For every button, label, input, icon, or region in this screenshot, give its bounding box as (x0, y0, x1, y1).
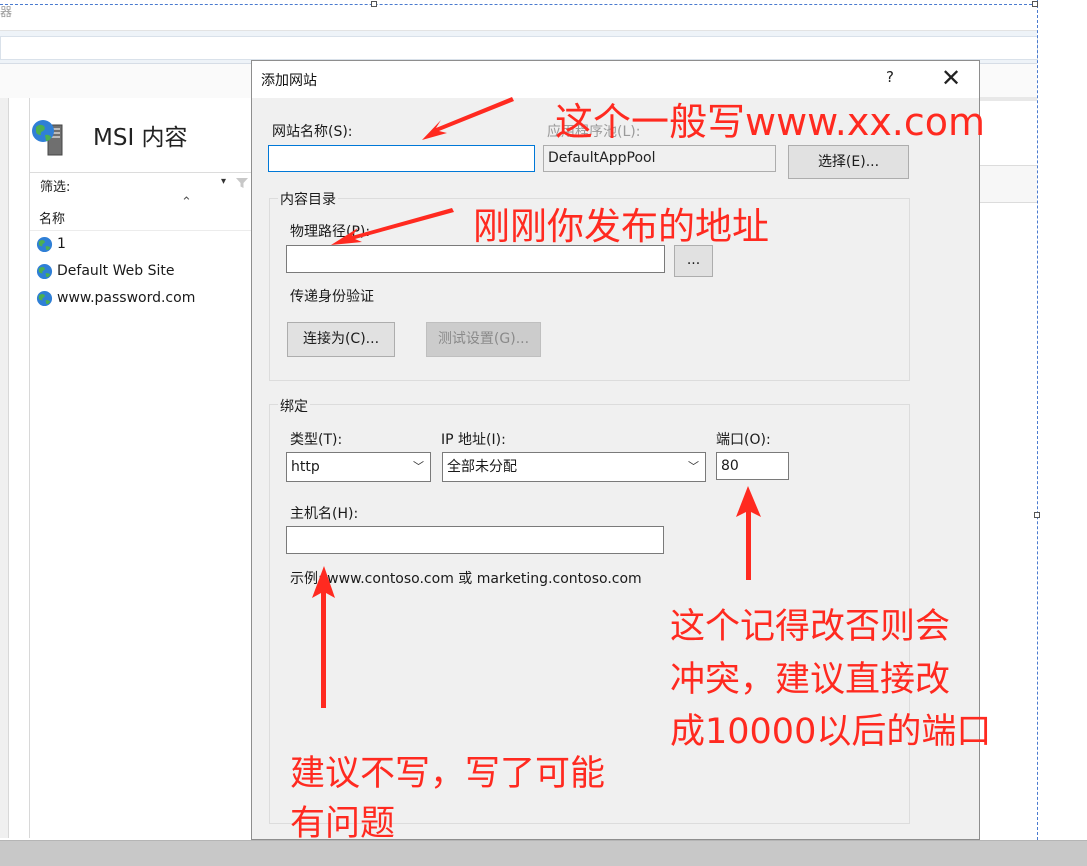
column-header-name[interactable]: 名称 (39, 208, 65, 227)
browse-button[interactable]: ... (674, 245, 713, 277)
filter-dropdown-icon[interactable]: ▾ (221, 176, 226, 187)
selection-border-right (1037, 0, 1038, 840)
site-name: www.password.com (57, 290, 196, 306)
port-input[interactable]: 80 (716, 452, 789, 480)
help-button[interactable]: ? (886, 68, 894, 86)
site-name: Default Web Site (57, 263, 175, 279)
close-icon[interactable]: ✕ (937, 64, 965, 92)
address-input[interactable] (0, 36, 1038, 60)
selection-border-top (0, 4, 1037, 5)
connect-as-button[interactable]: 连接为(C)... (287, 322, 395, 357)
path-annotation: 刚刚你发布的地址 (473, 205, 769, 248)
status-bar (0, 840, 1087, 866)
actions-pane-band (980, 97, 1037, 101)
physical-path-label: 物理路径(P): (290, 224, 371, 240)
resize-handle[interactable] (371, 1, 377, 7)
globe-icon (36, 263, 53, 279)
actions-pane-header (980, 165, 1037, 203)
chevron-down-icon: ﹀ (688, 460, 699, 473)
list-item[interactable]: 1 (36, 233, 66, 255)
list-item[interactable]: www.password.com (36, 287, 195, 309)
app-pool-field: DefaultAppPool (543, 145, 776, 172)
type-label: 类型(T): (290, 432, 343, 448)
site-name-label: 网站名称(S): (272, 124, 353, 140)
filter-label: 筛选: (40, 180, 71, 195)
hostname-annotation-line1: 建议不写，写了可能 (290, 754, 606, 794)
ip-address-label: IP 地址(I): (441, 432, 506, 448)
globe-icon (36, 236, 53, 252)
test-settings-button: 测试设置(G)... (426, 322, 541, 357)
port-annotation-line1: 这个记得改否则会 (670, 607, 951, 647)
hostname-label: 主机名(H): (290, 506, 359, 522)
passthrough-auth-label: 传递身份验证 (290, 289, 374, 305)
hostname-example: 示例: www.contoso.com 或 marketing.contoso.… (290, 571, 642, 587)
ip-address-select[interactable]: 全部未分配 ﹀ (442, 452, 706, 482)
type-select[interactable]: http ﹀ (286, 452, 431, 482)
port-label: 端口(O): (716, 432, 771, 448)
server-globe-icon (32, 120, 63, 156)
hostname-annotation-line2: 有问题 (290, 804, 396, 844)
resize-handle[interactable] (1034, 512, 1040, 518)
dialog-titlebar[interactable] (252, 61, 979, 98)
type-select-value: http (291, 459, 320, 475)
site-name-annotation: 这个一般写www.xx.com (555, 100, 986, 144)
binding-title: 绑定 (278, 396, 310, 416)
list-item[interactable]: Default Web Site (36, 260, 174, 282)
hostname-input[interactable] (286, 526, 664, 554)
site-name: 1 (57, 236, 66, 252)
globe-icon (36, 290, 53, 306)
sort-caret-icon: ⌃ (181, 195, 192, 210)
resize-handle[interactable] (1032, 1, 1038, 7)
content-directory-title: 内容目录 (278, 189, 338, 209)
chevron-down-icon: ﹀ (413, 460, 424, 473)
connections-pane (9, 98, 30, 838)
dialog-title: 添加网站 (261, 73, 317, 89)
window-title-fragment: 器 (0, 5, 13, 19)
ip-address-select-value: 全部未分配 (447, 459, 517, 475)
port-annotation-line3: 成10000以后的端口 (670, 712, 992, 752)
port-annotation-line2: 冲突，建议直接改 (670, 660, 951, 700)
select-app-pool-button[interactable]: 选择(E)... (788, 145, 909, 179)
funnel-icon[interactable] (235, 176, 249, 190)
left-gutter (0, 98, 9, 838)
site-name-input[interactable] (268, 145, 535, 172)
page-title: MSI 内容 (93, 125, 188, 151)
